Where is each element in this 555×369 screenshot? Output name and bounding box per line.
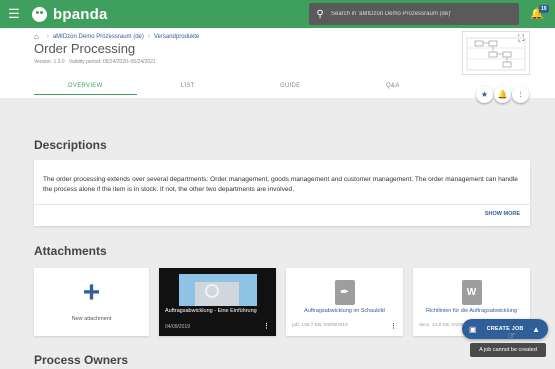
process-header: ⌂ › aMIDzon Demo Prozessraum (de) › Vers… (0, 28, 555, 103)
process-tabs: OVERVIEW LIST GUIDE Q&A (34, 79, 444, 95)
page-title: Order Processing (34, 41, 136, 56)
create-job-button[interactable]: ▣ CREATE JOB ▲ (462, 319, 548, 339)
more-options-button[interactable]: ⋮ (512, 86, 529, 103)
create-job-tooltip: A job cannot be created (470, 343, 546, 357)
new-attachment-label: New attachment (71, 316, 112, 322)
global-search[interactable]: ⚲ (309, 3, 519, 25)
tab-list[interactable]: LIST (137, 79, 240, 95)
subscribe-bell-button[interactable]: 🔔 (494, 86, 511, 103)
attachment-meta: pdf, 136.7 KB, 04/09/2019 (292, 323, 348, 328)
fullscreen-icon[interactable]: ⛶ (518, 33, 524, 44)
word-icon: W (461, 280, 482, 305)
description-text: The order processing extends over severa… (43, 176, 518, 193)
show-more-button[interactable]: SHOW MORE (485, 211, 520, 217)
favorite-star-button[interactable]: ★ (476, 86, 493, 103)
panda-logo-icon (32, 6, 47, 22)
breadcrumb-folder-link[interactable]: Versandprodukte (154, 34, 199, 40)
briefcase-icon: ▣ (469, 324, 477, 334)
attachments-heading: Attachments (34, 244, 107, 258)
descriptions-heading: Descriptions (34, 138, 107, 152)
create-job-label: CREATE JOB (486, 326, 524, 332)
attachment-menu-icon[interactable]: ⋮ (390, 322, 397, 330)
app-name: bpanda (53, 5, 108, 23)
card-divider (34, 204, 530, 205)
breadcrumb-separator: › (46, 33, 49, 40)
attachment-title-link[interactable]: Auftragsabwicklung im Schaubild (286, 308, 403, 314)
video-thumbnail-wheel (205, 284, 219, 298)
process-owners-heading: Process Owners (34, 353, 129, 367)
pdf-icon: ✒ (334, 280, 355, 305)
attachment-card-video[interactable]: Auftragsabwicklung - Eine Einführung 04/… (159, 268, 276, 336)
notification-count-badge: 19 (539, 5, 549, 13)
plus-icon: + (82, 276, 101, 309)
tab-guide[interactable]: GUIDE (239, 79, 342, 95)
description-card: The order processing extends over severa… (34, 160, 530, 226)
breadcrumb-separator: › (147, 33, 150, 40)
attachment-title: Auftragsabwicklung - Eine Einführung (165, 308, 257, 314)
attachment-date: 04/09/2019 (165, 324, 191, 330)
home-icon[interactable]: ⌂ (34, 32, 39, 41)
attachment-menu-icon[interactable]: ⋮ (263, 322, 270, 330)
warning-icon: ▲ (532, 324, 540, 334)
new-attachment-card[interactable]: + New attachment (34, 268, 149, 336)
attachment-card-pdf[interactable]: ✒ Auftragsabwicklung im Schaubild pdf, 1… (286, 268, 403, 336)
top-app-bar: ☰ bpanda ⚲ 🔔 19 (0, 0, 555, 28)
tab-qa[interactable]: Q&A (342, 79, 445, 95)
breadcrumb: ⌂ › aMIDzon Demo Prozessraum (de) › Vers… (34, 32, 199, 41)
attachment-title-link[interactable]: Richtlinien für die Auftragsabwicklung (413, 308, 530, 314)
tab-overview[interactable]: OVERVIEW (34, 79, 137, 95)
app-logo[interactable]: bpanda (32, 6, 108, 23)
mouse-pointer-icon: ☞ (507, 331, 516, 342)
search-icon: ⚲ (316, 8, 324, 20)
hamburger-menu-icon[interactable]: ☰ (0, 0, 28, 28)
version-validity-text: Version: 1.3.0 · Validity period: 05/24/… (34, 59, 156, 65)
breadcrumb-space-link[interactable]: aMIDzon Demo Prozessraum (de) (53, 34, 144, 40)
search-input[interactable] (331, 11, 519, 17)
